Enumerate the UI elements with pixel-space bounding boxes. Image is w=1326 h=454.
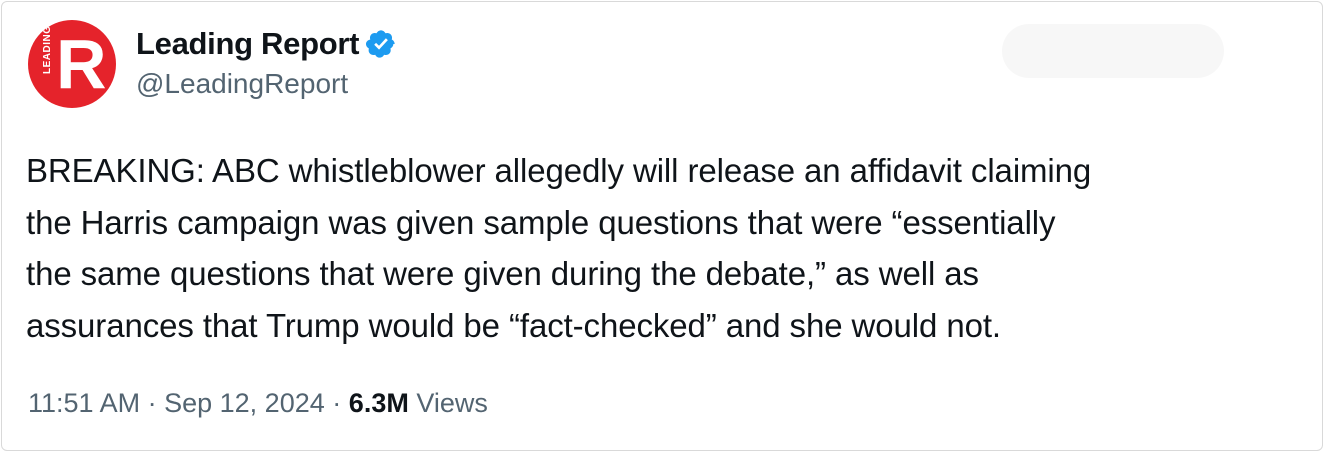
- meta-separator: ·: [147, 388, 157, 418]
- tweet-time[interactable]: 11:51 AM: [28, 388, 140, 418]
- author-display-name[interactable]: Leading Report: [136, 26, 359, 62]
- follow-button-placeholder[interactable]: [1002, 24, 1224, 78]
- tweet-text-line: the Harris campaign was given sample que…: [26, 203, 1056, 241]
- avatar[interactable]: LEADING R: [28, 20, 116, 108]
- tweet-meta: 11:51 AM · Sep 12, 2024 · 6.3M Views: [28, 388, 488, 419]
- tweet-text-line: assurances that Trump would be “fact-che…: [26, 306, 1001, 344]
- tweet-date[interactable]: Sep 12, 2024: [164, 388, 325, 418]
- tweet-text: BREAKING: ABC whistleblower allegedly wi…: [26, 145, 1316, 351]
- avatar-side-text: LEADING: [42, 25, 53, 75]
- tweet-card: LEADING R Leading Report @LeadingReport …: [1, 1, 1323, 451]
- tweet-text-line: the same questions that were given durin…: [26, 255, 979, 292]
- views-count: 6.3M: [348, 388, 409, 418]
- verified-badge-icon: [365, 28, 397, 60]
- meta-separator: ·: [332, 388, 342, 418]
- avatar-letter: R: [56, 25, 107, 103]
- views-label: Views: [416, 388, 488, 418]
- tweet-text-line: BREAKING: ABC whistleblower allegedly wi…: [26, 152, 1092, 189]
- author-name-row: Leading Report: [136, 24, 397, 64]
- author-handle[interactable]: @LeadingReport: [136, 68, 348, 100]
